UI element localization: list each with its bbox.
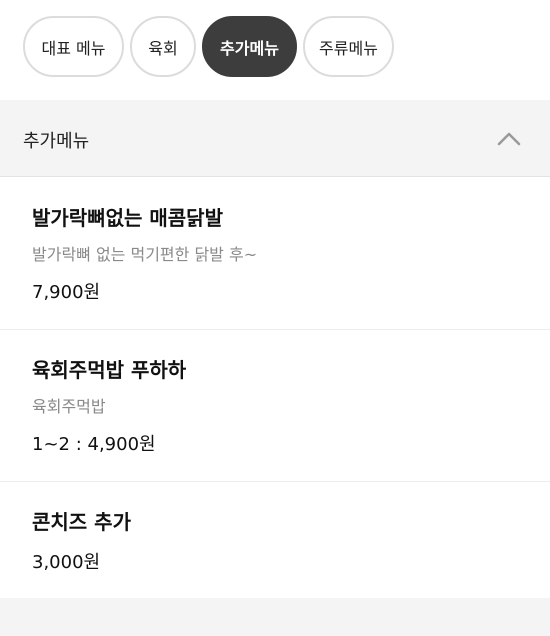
menu-item-price: 7,900원 [32, 282, 101, 303]
menu-item-price: 3,000원 [32, 552, 101, 573]
menu-item-name: 발가락뼈없는 매콤닭발 [32, 206, 223, 230]
next-section-header[interactable] [0, 598, 550, 636]
chip-label: 주류메뉴 [319, 38, 378, 58]
chip-liquor-menu[interactable]: 주류메뉴 [303, 16, 394, 77]
section-title: 추가메뉴 [23, 131, 90, 152]
chip-yukhoe[interactable]: 육회 [130, 16, 196, 77]
menu-item[interactable]: 콘치즈 추가 3,000원 [0, 482, 550, 598]
menu-item[interactable]: 발가락뼈없는 매콤닭발 발가락뼈 없는 먹기편한 닭발 후~ 7,900원 [0, 178, 550, 330]
chip-representative-menu[interactable]: 대표 메뉴 [23, 16, 124, 77]
chip-label: 추가메뉴 [220, 38, 279, 58]
menu-item-price: 1~2 : 4,900원 [32, 434, 156, 455]
menu-item-description: 육회주먹밥 [32, 397, 106, 416]
section-header[interactable]: 추가메뉴 [0, 100, 550, 177]
menu-item-description: 발가락뼈 없는 먹기편한 닭발 후~ [32, 245, 258, 264]
chip-label: 육회 [148, 38, 178, 58]
menu-item-name: 육회주먹밥 푸하하 [32, 358, 187, 382]
menu-item-name: 콘치즈 추가 [32, 510, 131, 534]
chevron-up-icon[interactable] [497, 131, 521, 147]
chip-additional-menu[interactable]: 추가메뉴 [202, 16, 297, 77]
chip-label: 대표 메뉴 [41, 38, 106, 58]
menu-item[interactable]: 육회주먹밥 푸하하 육회주먹밥 1~2 : 4,900원 [0, 330, 550, 482]
category-chip-bar: 대표 메뉴 육회 추가메뉴 주류메뉴 [0, 0, 550, 100]
